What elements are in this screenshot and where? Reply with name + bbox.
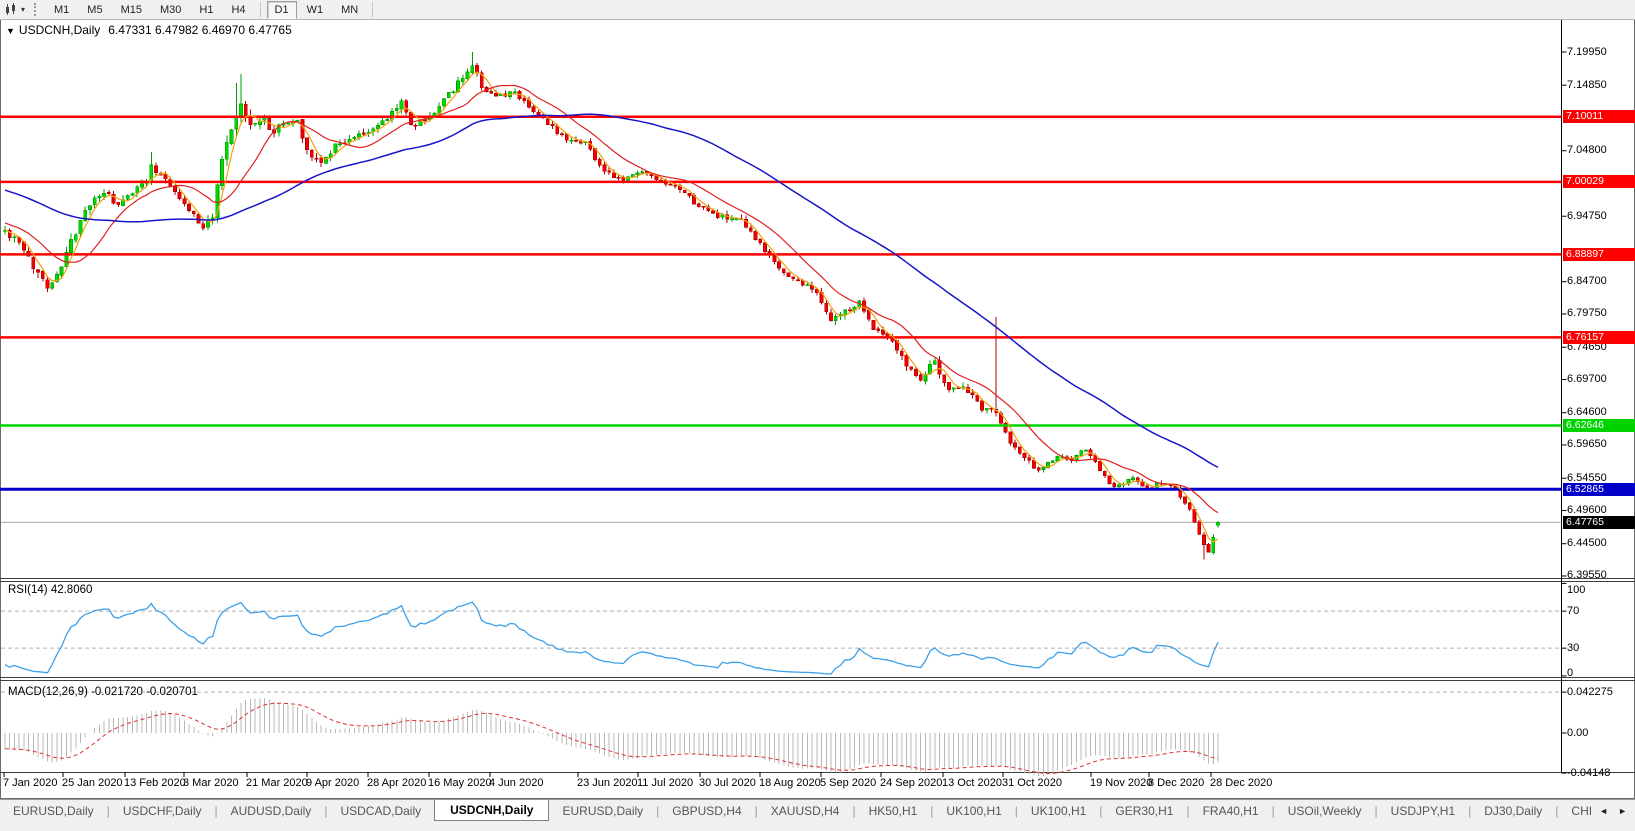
toolbar-separator: [259, 2, 261, 17]
date-axis-label: 13 Oct 2020: [942, 777, 1002, 789]
date-axis-label: 24 Sep 2020: [880, 777, 943, 789]
level-price-tag: 6.88897: [1563, 247, 1635, 261]
price-axis-label: 7.14850: [1567, 78, 1607, 91]
date-axis-label: 8 Dec 2020: [1148, 777, 1205, 789]
timeframe-buttons: M1 M5 M15 M30 H1 H4 D1 W1 MN: [45, 0, 378, 19]
date-axis-label: 28 Dec 2020: [1210, 777, 1273, 789]
toolbar-grip[interactable]: [34, 3, 39, 16]
price-axis-label: 6.39550: [1567, 569, 1607, 582]
rsi-axis-label: 100: [1567, 584, 1586, 596]
price-axis-label: 6.94750: [1567, 209, 1607, 222]
tab-scroll-left-icon[interactable]: ◄: [1599, 806, 1608, 816]
chart-type-dropdown-caret-icon[interactable]: ▾: [21, 1, 25, 18]
tab-scroll-right-icon[interactable]: ►: [1618, 806, 1627, 816]
level-price-tag: 6.52865: [1563, 482, 1635, 496]
timeframe-button-H4[interactable]: H4: [223, 1, 253, 19]
price-axis-label: 6.79750: [1567, 307, 1607, 320]
macd-axis-label: 0.042275: [1567, 685, 1613, 698]
price-axis-label: 7.19950: [1567, 45, 1607, 58]
rsi-indicator-label: RSI(14) 42.8060: [8, 584, 93, 596]
chart-tabs: EURUSD,Daily | USDCHF,Daily | AUDUSD,Daily | U…: [0, 800, 1591, 821]
date-axis-label: 11 Jul 2020: [637, 777, 694, 789]
timeframe-button-M5[interactable]: M5: [79, 1, 110, 19]
toolbar-separator: [372, 2, 374, 17]
date-axis-label: 31 Oct 2020: [1002, 777, 1062, 789]
chart-tab-gbpusd-h4[interactable]: GBPUSD,H4: [659, 801, 754, 821]
current-price-tag: 6.47765: [1563, 515, 1635, 529]
chart-tab-usdchf-daily[interactable]: USDCHF,Daily: [110, 801, 215, 821]
timeframe-button-H1[interactable]: H1: [191, 1, 221, 19]
timeframe-button-M30[interactable]: M30: [152, 1, 189, 19]
macd-axis-label: 0.00: [1567, 726, 1589, 739]
date-axis-label: 28 Apr 2020: [367, 777, 427, 789]
chart-tab-xauusd-h4[interactable]: XAUUSD,H4: [758, 801, 853, 821]
date-axis-label: 19 Nov 2020: [1090, 777, 1153, 789]
rsi-axis-label: 70: [1567, 604, 1580, 617]
date-axis-label: 21 Mar 2020: [246, 777, 308, 789]
chart-tab-dj30-daily[interactable]: DJ30,Daily: [1471, 801, 1555, 821]
date-axis-label: 9 Apr 2020: [306, 777, 360, 789]
chart-type-button[interactable]: ▾: [0, 1, 30, 18]
date-axis-label: 30 Jul 2020: [699, 777, 756, 789]
level-price-tag: 6.76157: [1563, 330, 1635, 344]
toolbar: ▾ M1 M5 M15 M30 H1 H4 D1 W1 MN: [0, 0, 1635, 20]
tab-bar: EURUSD,Daily | USDCHF,Daily | AUDUSD,Daily | U…: [0, 799, 1635, 831]
chart-tab-eurusd-daily[interactable]: EURUSD,Daily: [549, 801, 656, 821]
price-axis-label: 6.69700: [1567, 372, 1607, 385]
chart-tab-usoil-weekly[interactable]: USOil,Weekly: [1275, 801, 1375, 821]
price-axis-label: 6.64600: [1567, 406, 1607, 419]
collapse-triangle-icon[interactable]: ▼: [6, 26, 15, 36]
timeframe-button-M1[interactable]: M1: [46, 1, 77, 19]
date-axis-label: 18 Aug 2020: [759, 777, 821, 789]
date-axis-label: 4 Jun 2020: [489, 777, 544, 789]
chart-tab-eurusd-daily[interactable]: EURUSD,Daily: [0, 801, 107, 821]
tab-scroll-arrows: ◄ ►: [1591, 800, 1635, 821]
chart-tab-audusd-daily[interactable]: AUDUSD,Daily: [218, 801, 325, 821]
candlestick-chart-icon: [6, 3, 15, 15]
chart-tab-uk100-h1[interactable]: UK100,H1: [933, 801, 1014, 821]
price-axis-label: 6.44500: [1567, 537, 1607, 550]
chart-tab-usdjpy-h1[interactable]: USDJPY,H1: [1378, 801, 1468, 821]
date-axis-label: 25 Jan 2020: [62, 777, 123, 789]
chart-ohlc-values: 6.47331 6.47982 6.46970 6.47765: [108, 23, 292, 37]
date-axis-label: 7 Jan 2020: [3, 777, 58, 789]
price-axis-label: 6.59650: [1567, 438, 1607, 451]
macd-indicator-label: MACD(12,26,9) -0.021720 -0.020701: [8, 686, 198, 698]
date-axis-label: 3 Mar 2020: [183, 777, 239, 789]
chart-tab-usdcad-daily[interactable]: USDCAD,Daily: [327, 801, 434, 821]
date-axis-label: 13 Feb 2020: [124, 777, 186, 789]
chart-canvas[interactable]: [0, 0, 1635, 831]
chart-tab-hk50-h1[interactable]: HK50,H1: [856, 801, 931, 821]
chart-title: ▼ USDCNH,Daily 6.47331 6.47982 6.46970 6.4…: [6, 23, 292, 37]
timeframe-button-MN[interactable]: MN: [333, 1, 366, 19]
level-price-tag: 7.10011: [1563, 110, 1635, 124]
chart-tab-ger30-h1[interactable]: GER30,H1: [1102, 801, 1186, 821]
timeframe-button-D1[interactable]: D1: [266, 0, 297, 19]
chart-tab-china300-h1[interactable]: CHINA300,H1: [1558, 801, 1591, 821]
chart-symbol-label: USDCNH,Daily: [18, 23, 101, 37]
level-price-tag: 7.00029: [1563, 175, 1635, 189]
timeframe-button-M15[interactable]: M15: [113, 1, 150, 19]
macd-axis-label: -0.04148: [1567, 766, 1611, 779]
price-axis-label: 6.84700: [1567, 275, 1607, 288]
chart-tab-usdcnh-daily[interactable]: USDCNH,Daily: [434, 800, 550, 821]
price-axis-label: 7.04800: [1567, 144, 1607, 157]
rsi-axis-label: 30: [1567, 641, 1580, 654]
timeframe-button-W1[interactable]: W1: [299, 1, 332, 19]
date-axis-label: 16 May 2020: [428, 777, 492, 789]
rsi-axis-label: 0: [1567, 667, 1574, 679]
date-axis-label: 5 Sep 2020: [820, 777, 877, 789]
chart-tab-fra40-h1[interactable]: FRA40,H1: [1190, 801, 1272, 821]
date-axis-label: 23 Jun 2020: [577, 777, 638, 789]
chart-tab-uk100-h1[interactable]: UK100,H1: [1018, 801, 1099, 821]
level-price-tag: 6.62646: [1563, 418, 1635, 432]
